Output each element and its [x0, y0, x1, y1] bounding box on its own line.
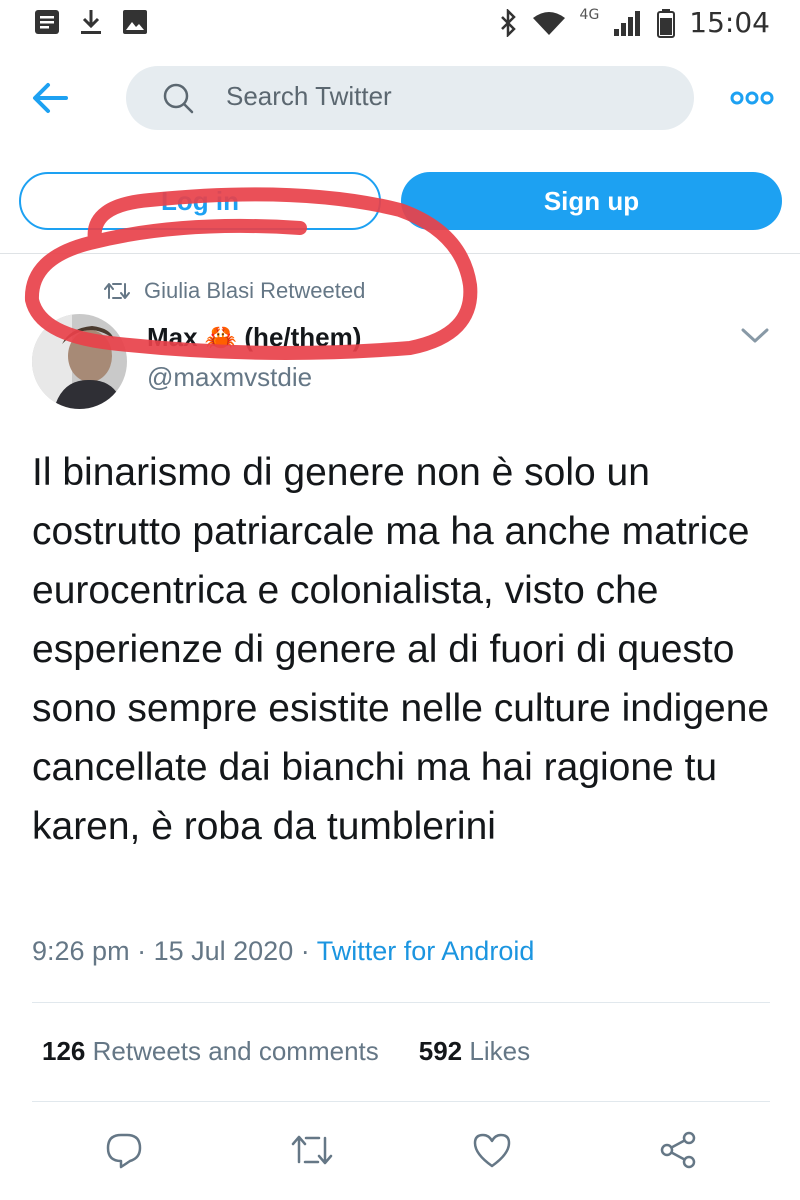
tweet-time: 9:26 pm [32, 936, 130, 966]
chevron-down-icon [741, 328, 769, 343]
author-name[interactable]: Max 🦀 (he/them) [147, 322, 361, 353]
search-input[interactable]: Search Twitter [126, 66, 694, 130]
notes-icon [35, 10, 59, 34]
like-icon [473, 1133, 511, 1168]
avatar[interactable] [32, 314, 127, 409]
image-icon [123, 10, 147, 34]
status-bar: 4G 15:04 [0, 0, 800, 50]
stats-divider-top [32, 1002, 770, 1003]
tweet-meta: 9:26 pm · 15 Jul 2020 · Twitter for Andr… [32, 936, 534, 967]
author-handle[interactable]: @maxmvstdie [147, 362, 312, 393]
bluetooth-icon [500, 8, 516, 37]
battery-icon [657, 8, 676, 38]
retweeted-by-label[interactable]: Giulia Blasi Retweeted [144, 278, 365, 304]
login-label: Log in [161, 185, 239, 216]
signal-icon [614, 10, 641, 36]
retweet-small-icon [104, 283, 130, 299]
retweet-icon [291, 1135, 333, 1165]
likes-stat[interactable]: 592 Likes [419, 1036, 530, 1066]
search-icon [163, 83, 194, 114]
signup-button[interactable]: Sign up [401, 172, 782, 230]
header-divider [0, 253, 800, 254]
reply-icon [106, 1133, 142, 1169]
tweet-stats: 126 Retweets and comments 592 Likes [42, 1036, 530, 1067]
retweets-count: 126 [42, 1036, 86, 1066]
tweet-date: 15 Jul 2020 [153, 936, 294, 966]
stats-divider-bottom [32, 1101, 770, 1102]
meta-separator: · [137, 936, 147, 966]
retweets-stat[interactable]: 126 Retweets and comments [42, 1036, 379, 1066]
signup-label: Sign up [543, 185, 640, 216]
login-button[interactable]: Log in [19, 172, 381, 230]
download-icon [81, 10, 101, 34]
wifi-icon [532, 11, 565, 35]
share-button[interactable] [658, 1130, 698, 1170]
tweet-menu-button[interactable] [738, 322, 772, 348]
status-left [34, 8, 148, 36]
tweet-source-link[interactable]: Twitter for Android [317, 936, 535, 966]
retweet-button[interactable] [290, 1130, 333, 1170]
arrow-left-icon [33, 83, 68, 113]
meta-separator: · [300, 936, 310, 966]
network-type: 4G [579, 6, 600, 23]
more-dots-icon [730, 91, 774, 105]
back-button[interactable] [30, 78, 70, 118]
search-placeholder: Search Twitter [226, 81, 392, 111]
likes-count: 592 [418, 1036, 463, 1066]
retweet-context: Giulia Blasi Retweeted [104, 278, 365, 304]
likes-label: Likes [469, 1036, 531, 1066]
tweet-text: Il binarismo di genere non è solo un cos… [32, 451, 770, 848]
share-icon [660, 1131, 696, 1169]
more-options-button[interactable] [730, 88, 774, 108]
clock: 15:04 [689, 6, 770, 39]
status-right: 4G 15:04 [498, 6, 770, 39]
retweets-label: Retweets and comments [92, 1036, 379, 1066]
avatar-image [32, 314, 127, 409]
like-button[interactable] [472, 1130, 512, 1170]
reply-button[interactable] [104, 1130, 144, 1170]
